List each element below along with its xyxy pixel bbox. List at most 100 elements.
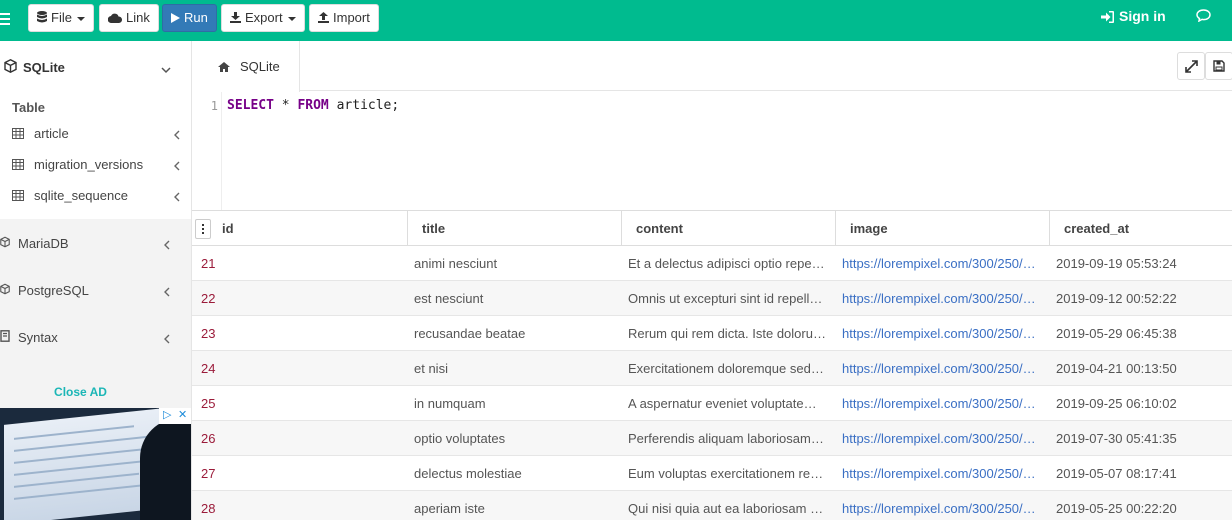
column-header-created-at[interactable]: created_at: [1050, 211, 1232, 246]
cell-content: Qui nisi quia aut ea laboriosam quod: [628, 501, 826, 516]
cell-image-link[interactable]: https://lorempixel.com/300/250/?83470: [842, 456, 1040, 491]
sidebar-syntax[interactable]: Syntax: [0, 322, 191, 352]
cell-title: delectus molestiae: [414, 466, 522, 481]
cell-id: 25: [201, 396, 216, 411]
sidebar-table-migration-versions[interactable]: migration_versions: [0, 151, 191, 179]
sql-keyword: SELECT: [227, 98, 274, 113]
sidebar-db-label: MariaDB: [18, 236, 69, 251]
file-menu-button[interactable]: File: [28, 4, 94, 32]
cell-id: 28: [201, 501, 216, 516]
table-row[interactable]: 28 aperiam iste Qui nisi quia aut ea lab…: [192, 491, 1232, 520]
table-row[interactable]: 25 in numquam A aspernatur eveniet volup…: [192, 386, 1232, 421]
import-label: Import: [333, 10, 370, 25]
grid-header: id title content image created_at: [192, 211, 1232, 246]
sidebar-table-sqlite-sequence[interactable]: sqlite_sequence: [0, 182, 191, 210]
hamburger-menu-icon[interactable]: [0, 13, 10, 25]
cube-icon: [4, 59, 17, 76]
file-menu-label: File: [51, 10, 72, 25]
cell-title: et nisi: [414, 361, 448, 376]
table-icon: [12, 158, 24, 173]
sidebar-table-label: migration_versions: [34, 157, 144, 172]
tab-sqlite[interactable]: SQLite: [192, 41, 300, 92]
cell-id: 21: [201, 256, 216, 271]
cell-content: Et a delectus adipisci optio repellat: [628, 256, 826, 271]
editor-gutter: 1: [192, 92, 222, 210]
import-button[interactable]: Import: [309, 4, 379, 32]
book-icon: [0, 330, 10, 345]
expand-icon: [1185, 60, 1198, 73]
cell-title: est nesciunt: [414, 291, 484, 306]
sidebar-db-label: PostgreSQL: [18, 283, 89, 298]
sign-in-link[interactable]: Sign in: [1101, 8, 1166, 24]
floppy-disk-icon: [1213, 60, 1225, 72]
sql-code-line[interactable]: SELECT * FROM article;: [227, 98, 399, 113]
ad-choices-badge[interactable]: ▷ ✕: [159, 408, 191, 424]
cell-title: aperiam iste: [414, 501, 485, 516]
cell-id: 27: [201, 466, 216, 481]
close-ad-link[interactable]: Close AD: [0, 385, 161, 399]
sidebar-db-label: SQLite: [23, 60, 65, 75]
column-header-title[interactable]: title: [408, 211, 622, 246]
cell-image-link[interactable]: https://lorempixel.com/300/250/?13487: [842, 281, 1040, 316]
sidebar-db-mariadb[interactable]: MariaDB: [0, 228, 191, 258]
sidebar: SQLite Table article migration_versions …: [0, 41, 191, 520]
chevron-left-icon: [174, 190, 180, 205]
upload-icon: [318, 6, 329, 32]
cube-icon: [0, 236, 10, 251]
cell-image-link[interactable]: https://lorempixel.com/300/250/?28364: [842, 386, 1040, 421]
table-row[interactable]: 27 delectus molestiae Eum voluptas exerc…: [192, 456, 1232, 491]
cell-created-at: 2019-09-25 06:10:02: [1056, 396, 1177, 411]
table-row[interactable]: 26 optio voluptates Perferendis aliquam …: [192, 421, 1232, 456]
cell-title: in numquam: [414, 396, 486, 411]
table-row[interactable]: 21 animi nesciunt Et a delectus adipisci…: [192, 246, 1232, 281]
table-icon: [12, 127, 24, 142]
chevron-down-icon: [287, 16, 296, 21]
top-toolbar: File Link Run Export Import Sign in: [0, 0, 1232, 41]
fullscreen-button[interactable]: [1177, 52, 1205, 80]
column-header-id[interactable]: id: [222, 211, 408, 246]
sidebar-db-postgresql[interactable]: PostgreSQL: [0, 275, 191, 305]
chevron-left-icon: [174, 159, 180, 174]
cell-image-link[interactable]: https://lorempixel.com/300/250/?44102: [842, 316, 1040, 351]
column-menu-icon[interactable]: [195, 219, 211, 239]
cell-created-at: 2019-07-30 05:41:35: [1056, 431, 1177, 446]
cell-created-at: 2019-04-21 00:13:50: [1056, 361, 1177, 376]
export-menu-button[interactable]: Export: [221, 4, 305, 32]
column-header-image[interactable]: image: [836, 211, 1050, 246]
run-button[interactable]: Run: [162, 4, 217, 32]
table-row[interactable]: 23 recusandae beatae Rerum qui rem dicta…: [192, 316, 1232, 351]
sidebar-active-db-panel: SQLite Table article migration_versions …: [0, 41, 191, 219]
chat-icon[interactable]: [1196, 9, 1211, 25]
cell-content: Perferendis aliquam laboriosam quis: [628, 431, 826, 446]
cell-id: 24: [201, 361, 216, 376]
cell-content: Exercitationem doloremque sed ipsam: [628, 361, 826, 376]
line-number: 1: [210, 99, 218, 113]
cell-id: 22: [201, 291, 216, 306]
results-grid: id title content image created_at 21 ani…: [192, 210, 1232, 520]
sidebar-table-label: sqlite_sequence: [34, 188, 128, 203]
main-panel: SQLite 1 SELECT * FROM article; id title…: [191, 41, 1232, 520]
close-icon[interactable]: ✕: [178, 409, 187, 422]
link-button[interactable]: Link: [99, 4, 159, 32]
cell-image-link[interactable]: https://lorempixel.com/300/250/?55219: [842, 421, 1040, 456]
link-label: Link: [126, 10, 150, 25]
table-row[interactable]: 24 et nisi Exercitationem doloremque sed…: [192, 351, 1232, 386]
cell-created-at: 2019-09-12 00:52:22: [1056, 291, 1177, 306]
sidebar-table-article[interactable]: article: [0, 120, 191, 148]
cell-image-link[interactable]: https://lorempixel.com/300/250/?70921: [842, 351, 1040, 386]
cell-content: A aspernatur eveniet voluptatem quia: [628, 396, 826, 411]
cell-image-link[interactable]: https://lorempixel.com/300/250/?16093: [842, 491, 1040, 520]
cell-created-at: 2019-05-25 00:22:20: [1056, 501, 1177, 516]
table-row[interactable]: 22 est nesciunt Omnis ut excepturi sint …: [192, 281, 1232, 316]
cell-image-link[interactable]: https://lorempixel.com/300/250/?91205: [842, 246, 1040, 281]
cell-title: animi nesciunt: [414, 256, 498, 271]
cell-created-at: 2019-05-07 08:17:41: [1056, 466, 1177, 481]
save-button[interactable]: [1205, 52, 1232, 80]
advertisement-image[interactable]: ▷ ✕: [0, 408, 191, 520]
sql-editor[interactable]: 1 SELECT * FROM article;: [192, 92, 1232, 210]
column-header-content[interactable]: content: [622, 211, 836, 246]
table-icon: [12, 189, 24, 204]
ad-choices-icon: ▷: [163, 409, 172, 421]
cell-title: recusandae beatae: [414, 326, 526, 341]
sidebar-db-sqlite[interactable]: SQLite: [0, 53, 191, 81]
